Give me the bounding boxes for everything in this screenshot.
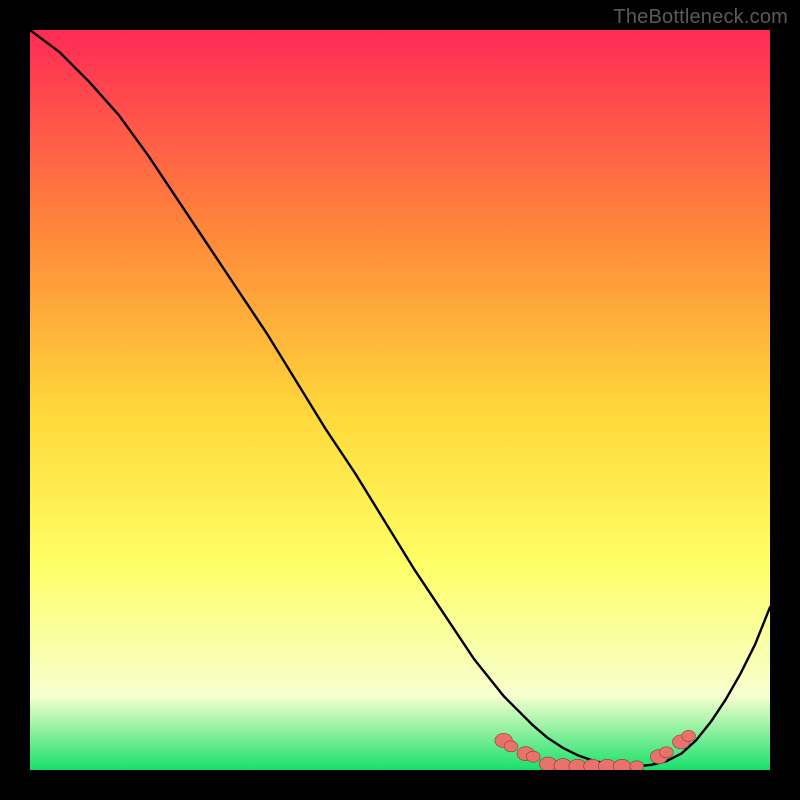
curve-marker [682, 730, 696, 741]
plot-svg [30, 30, 770, 770]
curve-marker [660, 747, 674, 758]
gradient-plot [30, 30, 770, 770]
curve-marker [526, 751, 540, 762]
curve-marker [504, 741, 518, 752]
curve-marker [630, 761, 644, 770]
gradient-background [30, 30, 770, 770]
chart-root: { "watermark": "TheBottleneck.com", "col… [0, 0, 800, 800]
watermark-text: TheBottleneck.com [613, 6, 788, 29]
